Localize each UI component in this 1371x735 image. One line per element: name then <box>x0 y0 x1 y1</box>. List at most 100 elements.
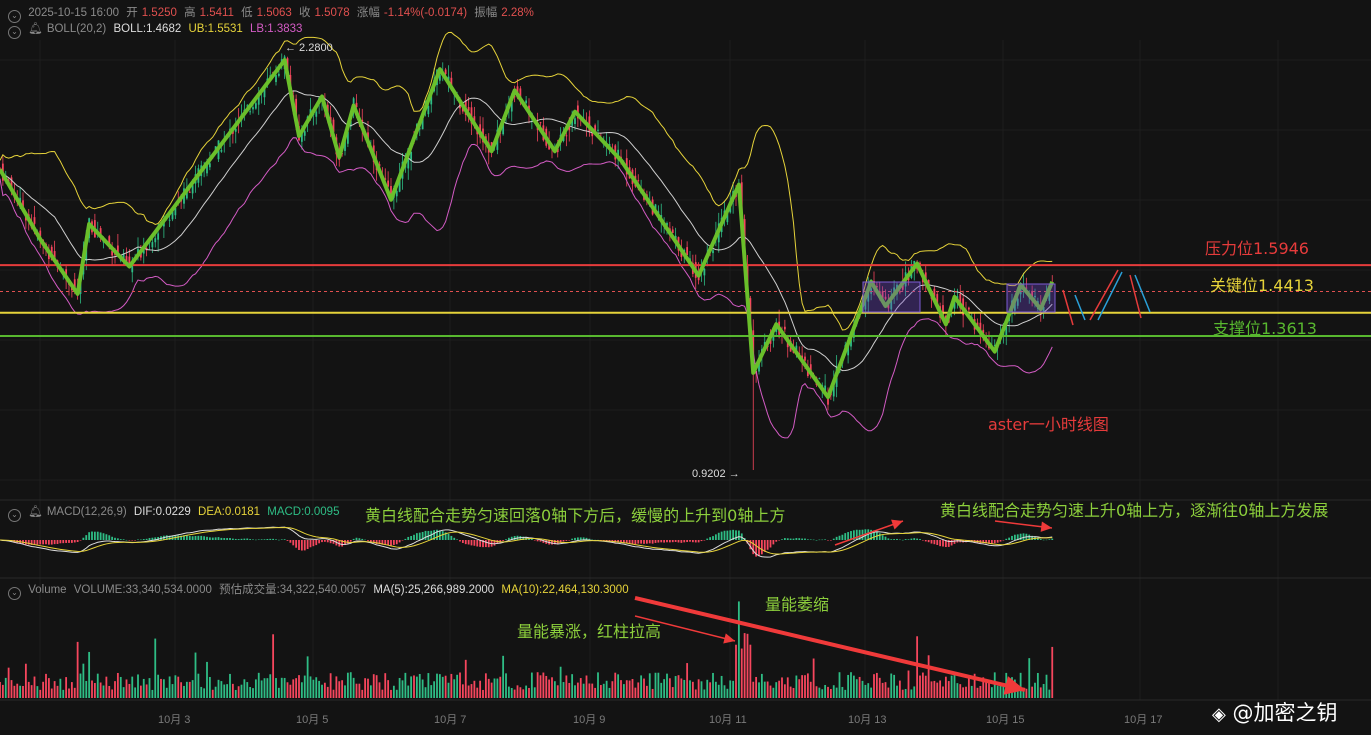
volume-bar <box>493 678 496 698</box>
kline-chart[interactable] <box>0 0 1371 735</box>
macd-histogram-bar <box>321 540 323 543</box>
macd-histogram-bar <box>116 538 119 540</box>
macd-histogram-bar <box>735 530 737 540</box>
macd-histogram-bar <box>252 539 254 540</box>
volume-bar <box>530 672 533 698</box>
macd-histogram-bar <box>795 538 798 540</box>
candle-body <box>277 73 280 76</box>
binance-logo-icon: ◈ <box>1212 704 1226 725</box>
volume-bar <box>890 673 893 698</box>
candle-body <box>525 100 528 104</box>
x-tick: 10月 3 <box>158 714 191 726</box>
macd-histogram-bar <box>246 538 249 540</box>
volume-bar <box>441 676 444 698</box>
macd-histogram-bar <box>709 537 712 540</box>
macd-histogram-bar <box>197 535 200 540</box>
volume-bar <box>671 687 674 698</box>
volume-bar <box>467 685 470 698</box>
bell-icon[interactable]: 🔔︎ <box>28 23 43 35</box>
volume-bar <box>637 682 640 698</box>
volume-bar <box>223 684 226 698</box>
volume-bar <box>996 685 999 698</box>
volume-bar <box>42 681 45 698</box>
candle-body <box>128 256 131 264</box>
volume-bar <box>677 675 680 698</box>
collapse-icon[interactable]: ⌄ <box>8 587 21 600</box>
macd-histogram-bar <box>240 538 243 540</box>
volume-bar <box>723 685 726 698</box>
volume-bar <box>306 656 309 698</box>
volume-bar <box>809 681 812 698</box>
macd-histogram-bar <box>1008 537 1011 540</box>
volume-surge-arrow-head <box>723 633 735 644</box>
volume-bar <box>614 672 617 698</box>
macd-histogram-bar <box>637 540 640 544</box>
macd-histogram-bar <box>441 531 444 540</box>
macd-histogram-bar <box>111 536 114 540</box>
volume-bar <box>499 676 502 698</box>
macd-histogram-bar <box>841 534 844 540</box>
volume-ma5: MA(5):25,266,989.2000 <box>373 584 495 596</box>
volume-bar <box>424 687 427 698</box>
macd-histogram-bar <box>62 540 65 544</box>
macd-histogram-bar <box>177 535 180 540</box>
volume-bar <box>177 676 180 698</box>
volume-bar <box>421 679 424 698</box>
macd-histogram-bar <box>194 536 197 540</box>
volume-bar <box>82 663 85 698</box>
volume-bar <box>1025 688 1028 698</box>
volume-bar <box>645 685 648 698</box>
macd-histogram-bar <box>364 539 367 541</box>
macd-histogram-bar <box>269 538 272 540</box>
macd-histogram-bar <box>530 539 533 540</box>
amp-label: 振幅 <box>474 7 498 19</box>
macd-histogram-bar <box>666 540 668 543</box>
volume-bar <box>326 686 329 698</box>
boll-legend: ⌄ 🔔︎ BOLL(20,2) BOLL:1.4682 UB:1.5531 LB:… <box>8 21 306 39</box>
volume-bar <box>528 687 530 698</box>
volume-bar <box>657 672 660 698</box>
macd-histogram-bar <box>467 540 470 545</box>
macd-histogram-bar <box>312 540 315 547</box>
collapse-icon[interactable]: ⌄ <box>8 26 21 39</box>
macd-histogram-bar <box>390 540 392 546</box>
volume-bar <box>562 682 565 698</box>
macd-histogram-bar <box>648 540 651 544</box>
macd-histogram-bar <box>295 540 298 548</box>
macd-histogram-bar <box>783 538 786 540</box>
macd-histogram-bar <box>395 540 398 545</box>
volume-bar <box>355 683 358 698</box>
volume-bar <box>168 676 171 698</box>
macd-histogram-bar <box>45 540 47 545</box>
macd-histogram-bar <box>326 540 329 543</box>
volume-bar <box>1019 672 1022 698</box>
volume-bar <box>148 678 151 698</box>
consolidation-box <box>862 281 921 313</box>
volume-bar <box>404 672 407 698</box>
volume-bar <box>332 689 335 698</box>
macd-histogram-bar <box>763 540 766 552</box>
macd-histogram-bar <box>660 540 663 543</box>
watermark-text: @加密之钥 <box>1232 701 1338 725</box>
macd-histogram-bar <box>151 537 154 540</box>
x-tick: 10月 17 <box>1124 714 1163 726</box>
macd-histogram-bar <box>93 531 96 540</box>
macd-histogram-bar <box>766 540 769 550</box>
macd-histogram-bar <box>898 539 901 541</box>
volume-bar <box>939 680 942 698</box>
bell-icon[interactable]: 🔔︎ <box>28 506 43 518</box>
volume-bar <box>881 682 884 698</box>
volume-bar <box>275 678 277 698</box>
macd-histogram-bar <box>901 539 904 541</box>
volume-bar <box>795 675 798 698</box>
volume-bar <box>479 680 482 698</box>
volume-bar <box>102 685 105 698</box>
volume-bar <box>574 685 576 698</box>
macd-histogram-bar <box>220 537 223 540</box>
volume-bar <box>111 689 114 698</box>
macd-histogram-bar <box>352 538 355 540</box>
volume-bar <box>453 679 456 698</box>
volume-bar <box>737 601 740 698</box>
collapse-icon[interactable]: ⌄ <box>8 509 21 522</box>
volume-bar <box>864 684 867 698</box>
